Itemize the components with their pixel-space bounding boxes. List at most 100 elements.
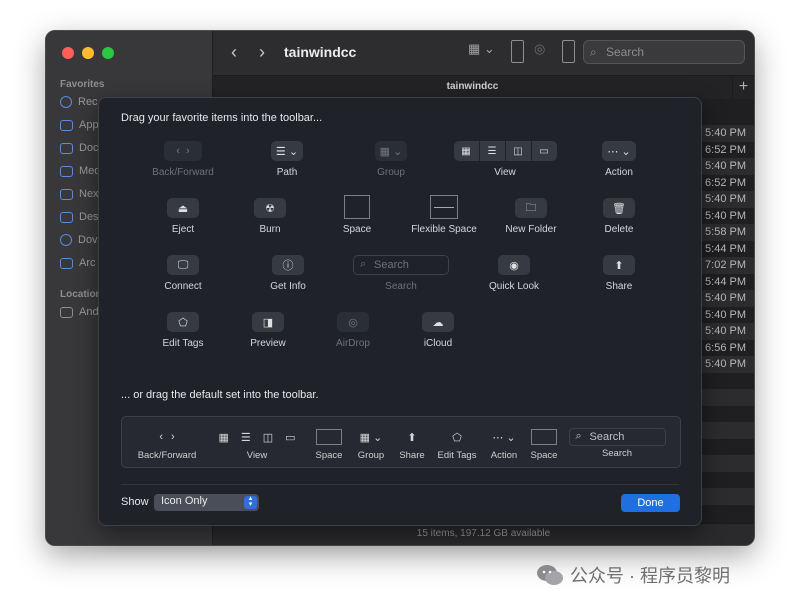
list-item[interactable]: 5:40 PM	[694, 323, 754, 340]
list-item-empty	[694, 373, 754, 390]
default-set-title: ... or drag the default set into the too…	[121, 389, 319, 401]
space-icon	[531, 429, 557, 445]
tab-bar: tainwindcc +	[213, 75, 754, 100]
forward-arrow-icon[interactable]: ›	[259, 42, 265, 63]
item-search[interactable]: ⌕ Search Search	[346, 255, 456, 292]
new-tab-button[interactable]: +	[732, 76, 754, 100]
done-button[interactable]: Done	[621, 494, 680, 512]
folder-icon	[60, 257, 73, 269]
gallery-view-icon: ▭	[531, 141, 557, 161]
list-item[interactable]: 5:40 PM	[694, 191, 754, 208]
list-item[interactable]: 7:02 PM	[694, 257, 754, 274]
default-space-2: Space	[516, 429, 572, 461]
item-quick-look[interactable]: ◉ Quick Look	[459, 255, 569, 292]
clock-icon	[60, 96, 72, 108]
item-action[interactable]: ⋯ ⌄ Action	[564, 141, 674, 178]
item-view[interactable]: ▦ ☰ ◫ ▭ View	[450, 141, 560, 178]
list-item[interactable]: 6:52 PM	[694, 175, 754, 192]
minimize-button[interactable]	[82, 47, 94, 59]
share-icon: ⬆	[407, 431, 417, 444]
toolbar-space-placeholder	[511, 40, 524, 63]
sidebar-item-recents[interactable]: Rec	[60, 93, 98, 111]
space-icon	[344, 195, 370, 219]
list-view-icon: ☰	[240, 431, 251, 444]
list-item[interactable]: 5:40 PM	[694, 125, 754, 142]
tab-tainwindcc[interactable]: tainwindcc	[213, 81, 732, 92]
airdrop-icon: ◎	[337, 312, 369, 332]
desktop-icon	[60, 211, 73, 223]
apps-icon	[60, 119, 73, 131]
item-delete[interactable]: 🗑 Delete	[564, 198, 674, 235]
default-back-forward: ‹ › Back/Forward	[137, 431, 197, 461]
sidebar-item-applications[interactable]: App	[60, 116, 99, 134]
item-group[interactable]: ▦ ⌄ Group	[336, 141, 446, 178]
sidebar-item-desktop[interactable]: Des	[60, 208, 99, 226]
eye-icon: ◉	[498, 255, 530, 275]
search-icon: ⌕	[575, 430, 582, 442]
list-item[interactable]: 5:44 PM	[694, 274, 754, 291]
item-back-forward[interactable]: ‹ › Back/Forward	[128, 141, 238, 178]
toolbar-space-placeholder-2	[562, 40, 575, 63]
action-ellipsis-icon: ⋯ ⌄	[602, 141, 636, 161]
connect-monitor-icon: 🖵	[167, 255, 199, 275]
chevron-updown-icon: ▴ ▾	[244, 495, 257, 509]
list-item-empty	[694, 472, 754, 489]
sidebar-item-location[interactable]: And	[60, 303, 99, 321]
preview-pane-icon: ◨	[252, 312, 284, 332]
wechat-logo-icon	[537, 565, 563, 585]
item-share[interactable]: ⬆ Share	[564, 255, 674, 292]
sidebar-item-archive[interactable]: Arc	[60, 254, 96, 272]
back-arrow-icon[interactable]: ‹	[231, 42, 237, 63]
sidebar-item-next[interactable]: Nex	[60, 185, 99, 203]
flexible-space-icon	[430, 195, 458, 219]
item-connect[interactable]: 🖵 Connect	[128, 255, 238, 292]
sidebar-item-documents[interactable]: Doc	[60, 139, 99, 157]
list-item-empty	[694, 389, 754, 406]
eject-icon: ⏏	[167, 198, 199, 218]
search-field[interactable]: ⌕ Search	[583, 40, 745, 64]
list-item-empty	[694, 406, 754, 423]
sheet-title: Drag your favorite items into the toolba…	[121, 112, 323, 124]
list-item-empty	[694, 455, 754, 472]
list-item-empty	[694, 439, 754, 456]
list-item[interactable]: 5:40 PM	[694, 208, 754, 225]
airdrop-icon[interactable]: ◎	[534, 41, 545, 57]
column-view-icon: ◫	[262, 431, 274, 444]
drive-icon	[60, 306, 73, 318]
path-icon: ☰ ⌄	[270, 141, 304, 161]
list-item[interactable]: 5:40 PM	[694, 290, 754, 307]
zoom-button[interactable]	[102, 47, 114, 59]
list-item[interactable]: 5:40 PM	[694, 158, 754, 175]
search-template: ⌕ Search	[568, 428, 666, 446]
item-path[interactable]: ☰ ⌄ Path	[232, 141, 342, 178]
search-icon: ⌕	[360, 258, 367, 270]
window-title: tainwindcc	[284, 44, 357, 60]
group-icon: ▦ ⌄	[374, 141, 408, 161]
trash-icon: 🗑	[603, 198, 635, 218]
sidebar-item-media[interactable]: Med	[60, 162, 100, 180]
search-icon: ⌕	[590, 45, 597, 59]
new-folder-icon: 🗀	[515, 198, 547, 218]
show-label: Show	[121, 496, 149, 508]
list-item[interactable]: 6:56 PM	[694, 340, 754, 357]
list-item[interactable]: 5:40 PM	[694, 356, 754, 373]
default-toolbar-set[interactable]: ‹ › Back/Forward ▦ ☰ ◫ ▭ View Space ▦ ⌄ Grou…	[121, 416, 681, 468]
list-item[interactable]: 5:58 PM	[694, 224, 754, 241]
show-mode-select[interactable]: Icon Only ▴ ▾	[154, 494, 259, 511]
tag-icon: ⬠	[452, 431, 462, 444]
item-get-info[interactable]: ⓘ Get Info	[233, 255, 343, 292]
list-item[interactable]: 5:40 PM	[694, 307, 754, 324]
default-view: ▦ ☰ ◫ ▭ View	[218, 431, 296, 462]
list-item[interactable]: 5:44 PM	[694, 241, 754, 258]
sidebar-item-downloads[interactable]: Dov	[60, 231, 98, 249]
info-icon: ⓘ	[272, 255, 304, 275]
icloud-icon: ☁	[422, 312, 454, 332]
view-grid-icon[interactable]: ▦ ⌄	[468, 41, 495, 57]
icon-view-icon: ▦	[218, 431, 229, 444]
divider	[121, 484, 679, 485]
item-icloud[interactable]: ☁ iCloud	[383, 312, 493, 349]
burn-icon: ☢	[254, 198, 286, 218]
close-button[interactable]	[62, 47, 74, 59]
space-icon	[316, 429, 342, 445]
list-item[interactable]: 6:52 PM	[694, 142, 754, 159]
